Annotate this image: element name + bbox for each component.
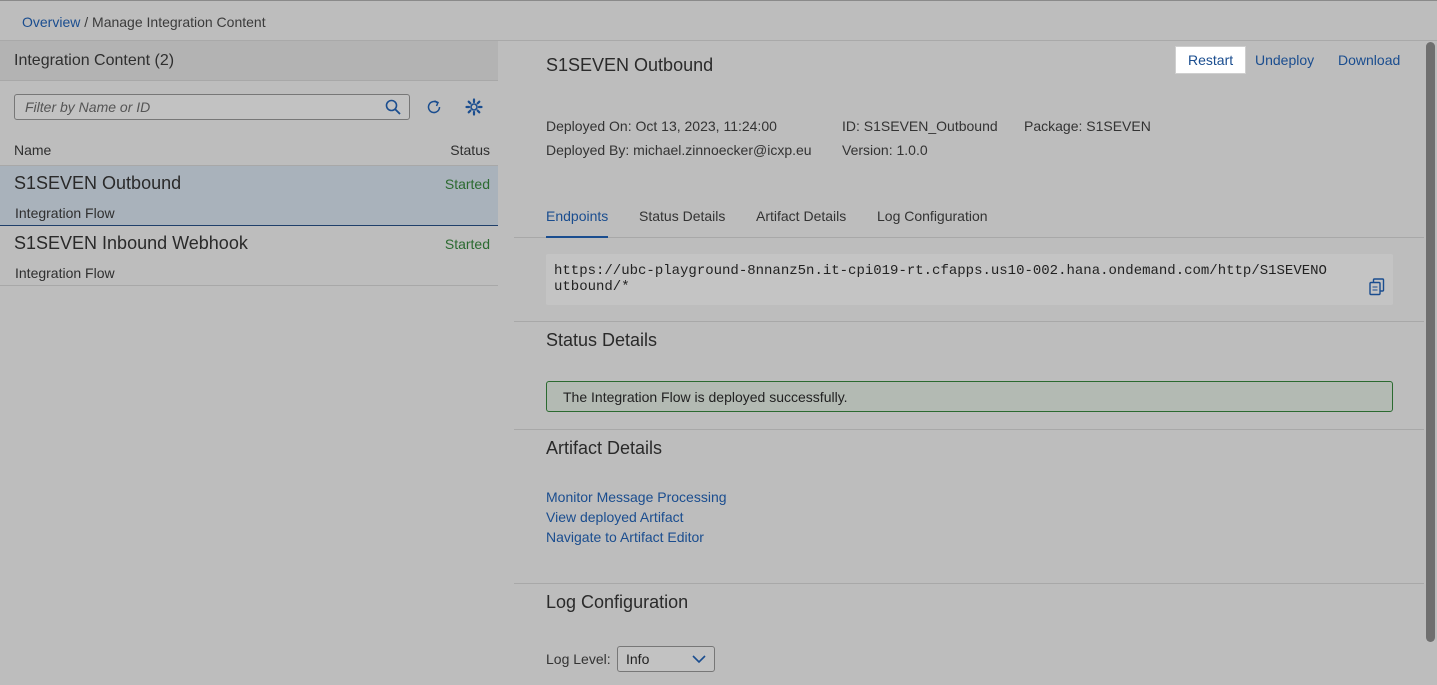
section-divider [514, 321, 1424, 322]
section-divider [514, 583, 1424, 584]
list-item[interactable]: S1SEVEN Outbound Integration Flow Starte… [0, 166, 498, 226]
deployed-on: Deployed On: Oct 13, 2023, 11:24:00 [546, 118, 777, 134]
list-item-title: S1SEVEN Inbound Webhook [14, 233, 248, 253]
copy-icon[interactable] [1369, 278, 1385, 296]
detail-pane: S1SEVEN Outbound Restart Undeploy Downlo… [514, 41, 1424, 685]
log-level-select[interactable]: Info [617, 646, 715, 672]
artifact-details-title: Artifact Details [546, 438, 663, 458]
status-details-title: Status Details [546, 330, 658, 350]
status-badge: Started [444, 176, 490, 192]
refresh-icon[interactable] [425, 98, 443, 116]
chevron-down-icon [692, 655, 706, 664]
tab-artifact-details[interactable]: Artifact Details [756, 208, 846, 236]
list-item[interactable]: S1SEVEN Inbound Webhook Integration Flow… [0, 226, 498, 286]
log-configuration-title: Log Configuration [546, 592, 689, 612]
artifact-id: ID: S1SEVEN_Outbound [842, 118, 998, 134]
scrollbar[interactable] [1424, 41, 1437, 685]
deployed-by: Deployed By: michael.zinnoecker@icxp.eu [546, 142, 812, 158]
log-level-label: Log Level: [546, 651, 611, 667]
breadcrumb-bar: Overview / Manage Integration Content [0, 1, 1437, 41]
breadcrumb-separator: / [84, 14, 89, 30]
search-input[interactable] [25, 98, 375, 116]
breadcrumb-current: Manage Integration Content [92, 14, 266, 30]
endpoint-box: https://ubc-playground-8nnanz5n.it-cpi01… [546, 254, 1393, 305]
monitor-message-processing-link[interactable]: Monitor Message Processing [546, 489, 727, 505]
list-column-header: Name Status [0, 134, 498, 166]
settings-icon[interactable] [465, 98, 483, 116]
tab-log-configuration[interactable]: Log Configuration [877, 208, 988, 236]
view-deployed-artifact-link[interactable]: View deployed Artifact [546, 509, 684, 525]
master-list-pane: Integration Content (2) Name Status S1SE… [0, 41, 498, 685]
search-field[interactable] [14, 94, 410, 120]
list-item-type: Integration Flow [15, 265, 115, 281]
log-level-value: Info [626, 651, 650, 667]
status-badge: Started [444, 236, 490, 252]
search-icon[interactable] [385, 99, 401, 115]
tab-endpoints[interactable]: Endpoints [546, 208, 609, 238]
master-list-header: Integration Content (2) [0, 41, 498, 81]
success-message-strip: The Integration Flow is deployed success… [546, 381, 1393, 412]
list-item-type: Integration Flow [15, 205, 115, 221]
restart-button[interactable]: Restart [1174, 46, 1247, 74]
success-message: The Integration Flow is deployed success… [563, 389, 848, 405]
artifact-package: Package: S1SEVEN [1024, 118, 1151, 134]
pane-divider[interactable] [498, 41, 514, 685]
undeploy-button[interactable]: Undeploy [1245, 47, 1324, 73]
detail-tabs: Endpoints Status Details Artifact Detail… [514, 201, 1424, 238]
endpoint-url[interactable]: https://ubc-playground-8nnanz5n.it-cpi01… [554, 263, 1334, 295]
list-item-title: S1SEVEN Outbound [14, 173, 182, 193]
section-divider [514, 429, 1424, 430]
integration-content-title: Integration Content (2) [14, 52, 175, 69]
download-button[interactable]: Download [1328, 47, 1410, 73]
breadcrumb-overview-link[interactable]: Overview [22, 14, 80, 30]
artifact-version: Version: 1.0.0 [842, 142, 928, 158]
tab-status-details[interactable]: Status Details [639, 208, 725, 236]
detail-title: S1SEVEN Outbound [546, 55, 714, 75]
breadcrumb: Overview / Manage Integration Content [22, 14, 266, 30]
column-name-header: Name [14, 142, 52, 158]
navigate-to-artifact-editor-link[interactable]: Navigate to Artifact Editor [546, 529, 704, 545]
scrollbar-thumb[interactable] [1426, 42, 1435, 642]
column-status-header: Status [450, 142, 490, 158]
